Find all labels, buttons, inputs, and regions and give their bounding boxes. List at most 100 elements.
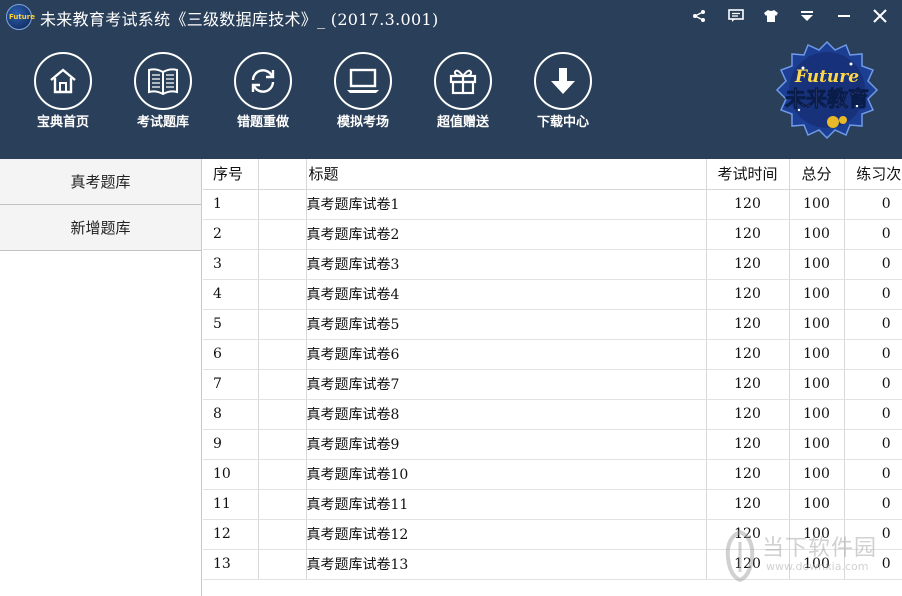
cell-score: 100 [788, 249, 844, 280]
sidebar-item-real-exam-bank[interactable]: 真考题库 [0, 159, 201, 205]
future-education-logo: Future 未来教育 [773, 40, 881, 140]
watermark-title: 当下软件园 [762, 536, 878, 561]
toolbar-download-button[interactable]: 下载中心 [529, 50, 601, 136]
cell-no: 13 [203, 549, 258, 580]
exam-table: 序号 标题 考试时间 总分 练习次数 1真考题库试卷112010002真考题库试… [203, 159, 902, 580]
cell-spacer [257, 459, 306, 490]
brand-text-cn: 未来教育 [785, 87, 869, 111]
cell-time: 120 [705, 309, 789, 340]
cell-no: 6 [203, 339, 258, 370]
cell-spacer [257, 219, 306, 250]
table-row[interactable]: 5 真考题库试卷5 120 100 0 [203, 309, 902, 340]
cell-no: 10 [203, 459, 258, 490]
table-row[interactable]: 6 真考题库试卷6 120 100 0 [203, 339, 902, 370]
cell-score: 100 [788, 339, 844, 370]
cell-spacer [257, 249, 306, 280]
cell-count: 0 [843, 339, 902, 370]
app-logo: Future [6, 4, 35, 30]
toolbar-label: 宝典首页 [36, 115, 89, 130]
book-icon [134, 52, 192, 110]
toolbar-home-button[interactable]: 宝典首页 [29, 50, 101, 136]
cell-score: 100 [788, 369, 844, 400]
toolbar-gift-button[interactable]: 超值赠送 [429, 50, 501, 136]
download-icon [534, 52, 592, 110]
cell-spacer [257, 189, 306, 220]
cell-time: 120 [705, 429, 789, 460]
cell-spacer [257, 519, 306, 550]
menu-icon[interactable] [796, 6, 818, 26]
cell-title: 真考题库试卷6 [305, 339, 706, 370]
column-header-title[interactable]: 标题 [305, 159, 706, 190]
table-header-row: 序号 标题 考试时间 总分 练习次数 [203, 159, 902, 190]
cell-no: 1 [203, 189, 258, 220]
cell-score: 100 [788, 189, 844, 220]
table-row[interactable]: 9 真考题库试卷9 120 100 0 [203, 429, 902, 460]
cell-score: 100 [788, 429, 844, 460]
cell-count: 0 [843, 369, 902, 400]
minimize-icon[interactable] [833, 6, 855, 26]
cell-title: 真考题库试卷10 [305, 459, 706, 490]
close-icon[interactable] [869, 6, 891, 26]
column-header-time[interactable]: 考试时间 [705, 159, 789, 190]
cell-no: 5 [203, 309, 258, 340]
cell-title: 真考题库试卷1 [305, 189, 706, 220]
toolbar-label: 模拟考场 [336, 115, 389, 130]
table-row[interactable]: 1 真考题库试卷1 120 100 0 [203, 189, 902, 220]
cell-title: 真考题库试卷5 [305, 309, 706, 340]
cell-time: 120 [705, 279, 789, 310]
table-row[interactable]: 10 真考题库试卷10 120 100 0 [203, 459, 902, 490]
toolbar-mock-exam-button[interactable]: 模拟考场 [329, 50, 401, 136]
cell-count: 0 [843, 429, 902, 460]
refresh-icon [234, 52, 292, 110]
app-window: Future 未来教育考试系统《三级数据库技术》_ (2017.3.001) 宝… [0, 0, 902, 596]
table-row[interactable]: 2 真考题库试卷2 120 100 0 [203, 219, 902, 250]
cell-spacer [257, 549, 306, 580]
cell-spacer [257, 429, 306, 460]
column-header-count[interactable]: 练习次数 [843, 159, 902, 190]
cell-spacer [257, 399, 306, 430]
cell-time: 120 [705, 339, 789, 370]
share-icon[interactable] [688, 6, 710, 26]
cell-time: 120 [705, 369, 789, 400]
cell-no: 3 [203, 249, 258, 280]
sidebar-item-new-bank[interactable]: 新增题库 [0, 205, 201, 251]
table-row[interactable]: 4 真考题库试卷4 120 100 0 [203, 279, 902, 310]
toolbar-label: 考试题库 [136, 115, 189, 130]
toolbar-redo-button[interactable]: 错题重做 [229, 50, 301, 136]
cell-no: 8 [203, 399, 258, 430]
cell-time: 120 [705, 249, 789, 280]
toolbar-label: 错题重做 [236, 115, 289, 130]
cell-spacer [257, 489, 306, 520]
column-header-score[interactable]: 总分 [788, 159, 844, 190]
cell-count: 0 [843, 399, 902, 430]
skin-icon[interactable] [760, 6, 782, 26]
cell-score: 100 [788, 219, 844, 250]
cell-score: 100 [788, 459, 844, 490]
home-icon [34, 52, 92, 110]
table-row[interactable]: 7 真考题库试卷7 120 100 0 [203, 369, 902, 400]
cell-no: 2 [203, 219, 258, 250]
toolbar-label: 超值赠送 [436, 115, 489, 130]
gift-icon [434, 52, 492, 110]
table-row[interactable]: 3 真考题库试卷3 120 100 0 [203, 249, 902, 280]
table-row[interactable]: 8 真考题库试卷8 120 100 0 [203, 399, 902, 430]
toolbar-question-bank-button[interactable]: 考试题库 [129, 50, 201, 136]
brand-text-en: Future [794, 67, 859, 87]
cell-count: 0 [843, 459, 902, 490]
cell-title: 真考题库试卷7 [305, 369, 706, 400]
cell-no: 9 [203, 429, 258, 460]
cell-count: 0 [843, 279, 902, 310]
cell-count: 0 [843, 489, 902, 520]
watermark-url: www.downxia.com [766, 560, 869, 573]
message-icon[interactable] [725, 6, 747, 26]
cell-spacer [257, 339, 306, 370]
window-title: 未来教育考试系统《三级数据库技术》_ (2017.3.001) [40, 10, 439, 29]
cell-count: 0 [843, 309, 902, 340]
cell-time: 120 [705, 489, 789, 520]
cell-title: 真考题库试卷9 [305, 429, 706, 460]
cell-title: 真考题库试卷2 [305, 219, 706, 250]
cell-no: 12 [203, 519, 258, 550]
table-row[interactable]: 11 真考题库试卷11 120 100 0 [203, 489, 902, 520]
column-header-no[interactable]: 序号 [203, 159, 258, 190]
table-body: 1 真考题库试卷1 120 100 0 2 真考题库试卷2 120 100 0 3 真考题库试卷3 12… [203, 189, 902, 580]
